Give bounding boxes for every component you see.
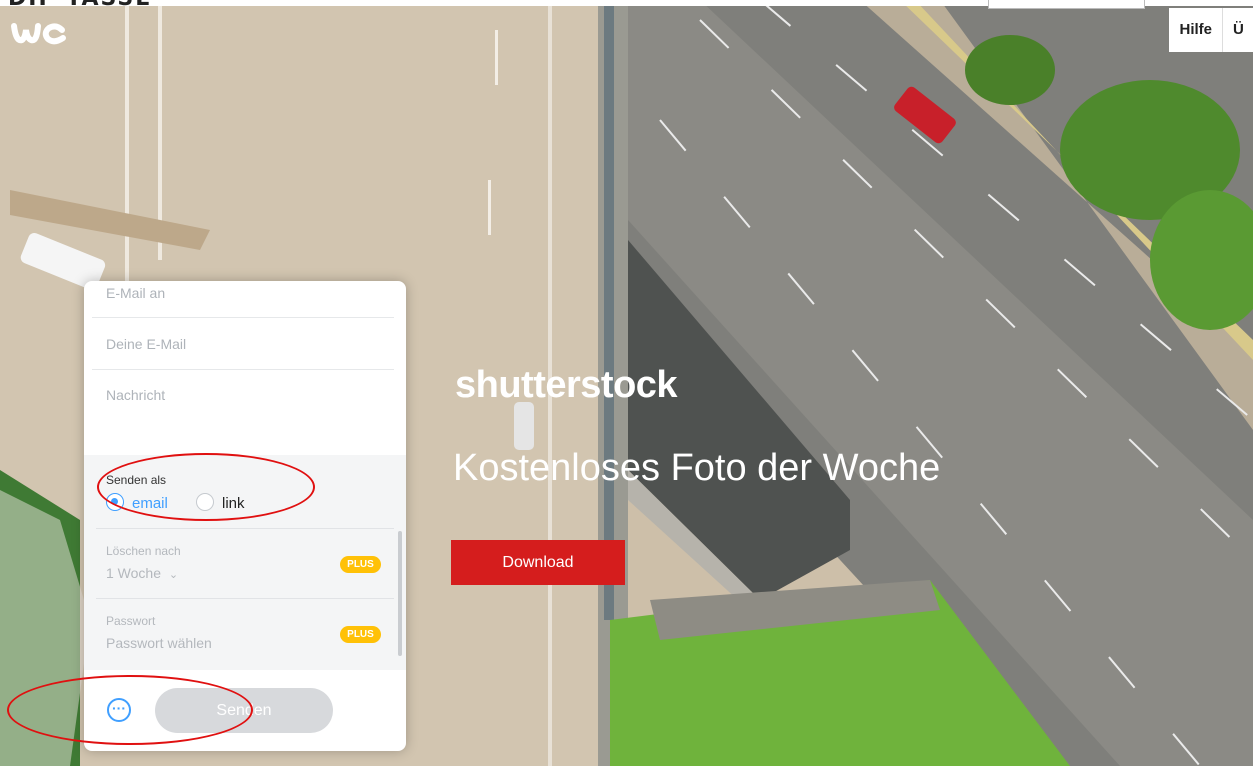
help-button[interactable]: Hilfe	[1169, 8, 1223, 52]
divider	[96, 528, 394, 529]
delete-after-select[interactable]: 1 Woche ⌄	[106, 565, 178, 581]
delete-after-value[interactable]: 1 Woche	[106, 565, 161, 581]
top-right-nav: Hilfe Ü	[1169, 8, 1253, 52]
chevron-down-icon: ⌄	[168, 569, 179, 581]
email-to-field[interactable]: E-Mail an	[106, 285, 394, 301]
send-as-label: Senden als	[106, 473, 167, 487]
your-email-field[interactable]: Deine E-Mail	[106, 336, 394, 352]
send-as-email-label[interactable]: email	[132, 495, 168, 512]
delete-after-label: Löschen nach	[106, 544, 181, 558]
divider	[96, 598, 394, 599]
send-as-link-radio[interactable]	[196, 493, 214, 511]
plus-badge[interactable]: PLUS	[340, 626, 381, 643]
send-as-email-radio[interactable]	[106, 493, 124, 511]
ellipsis-icon: ···	[112, 700, 126, 716]
download-button[interactable]: Download	[451, 540, 625, 585]
more-options-button[interactable]: ···	[107, 698, 131, 722]
divider	[92, 317, 394, 318]
send-button[interactable]: Senden	[155, 688, 333, 733]
ad-headline: Kostenloses Foto der Woche	[453, 447, 941, 489]
shutterstock-logo[interactable]: shutterstock	[455, 364, 678, 407]
next-menu-button[interactable]: Ü	[1223, 8, 1253, 52]
wetransfer-logo[interactable]	[10, 18, 70, 53]
divider	[92, 369, 394, 370]
password-label: Passwort	[106, 614, 156, 628]
top-cut-text: DIP TASSE	[8, 0, 152, 11]
top-input[interactable]	[988, 0, 1145, 9]
password-field[interactable]: Passwort wählen	[106, 635, 212, 651]
transfer-settings: Senden als email link Löschen nach 1 Woc…	[84, 455, 406, 670]
message-field[interactable]: Nachricht	[106, 387, 394, 447]
plus-badge[interactable]: PLUS	[340, 556, 381, 573]
scrollbar[interactable]	[398, 531, 402, 656]
transfer-panel: E-Mail an Deine E-Mail Nachricht Senden …	[84, 281, 406, 751]
send-as-link-label[interactable]: link	[222, 495, 245, 512]
